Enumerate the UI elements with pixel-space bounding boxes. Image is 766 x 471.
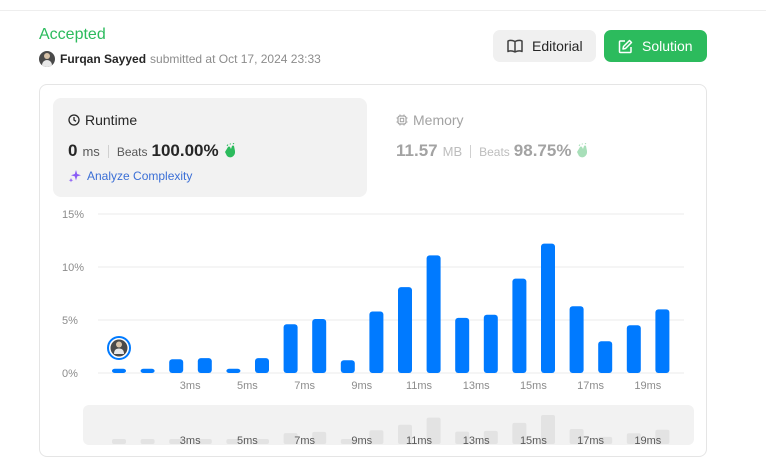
chart-navigator-ticks: 3ms 5ms 7ms 9ms 11ms 13ms 15ms 17ms 19ms [180,435,662,447]
navigator-tick-label: 11ms [406,435,433,447]
x-tick-label: 9ms [351,380,372,392]
chart-bar[interactable] [598,341,613,373]
chart-grid [98,213,684,374]
navigator-bar [140,439,155,444]
navigator-tick-label: 9ms [351,435,372,447]
chart-bar[interactable] [426,255,441,373]
chart-bar[interactable] [569,306,584,373]
x-tick-label: 13ms [463,380,490,392]
y-tick-label: 10% [62,262,84,274]
x-tick-label: 11ms [406,380,433,392]
navigator-tick-label: 19ms [634,435,661,447]
chart-bar[interactable] [226,368,241,373]
chart-bar[interactable] [541,243,555,373]
y-tick-label: 5% [62,315,78,327]
chart-bar[interactable] [140,368,155,373]
x-tick-label: 5ms [237,380,258,392]
navigator-tick-label: 3ms [180,435,201,447]
navigator-tick-label: 17ms [577,435,604,447]
navigator-tick-label: 5ms [237,435,258,447]
chart-bar[interactable] [626,325,641,373]
x-tick-label: 15ms [520,380,547,392]
x-tick-label: 19ms [634,380,661,392]
chart-bar[interactable] [483,314,498,373]
chart-bar[interactable] [112,368,126,373]
y-tick-label: 15% [62,209,84,221]
runtime-distribution-chart: 0% 5% 10% 15% 3ms 5ms 7ms 9ms 11ms 13ms 15ms 17ms 1… [62,209,694,447]
x-tick-label: 7ms [294,380,315,392]
x-tick-label: 17ms [577,380,604,392]
chart-bar[interactable] [340,360,355,373]
chart-bar[interactable] [655,309,670,373]
chart-bar[interactable] [283,324,298,373]
chart-y-axis: 0% 5% 10% 15% [62,209,84,380]
navigator-bar [112,439,126,444]
y-tick-label: 0% [62,368,78,380]
chart-bar[interactable] [312,318,327,373]
navigator-tick-label: 13ms [463,435,490,447]
chart-bar[interactable] [398,287,412,373]
chart-bar[interactable] [169,359,184,373]
chart-bar[interactable] [197,358,212,373]
chart-bar[interactable] [369,311,384,373]
chart-bar[interactable] [512,278,527,373]
x-tick-label: 3ms [180,380,201,392]
chart-bar[interactable] [455,317,470,373]
navigator-tick-label: 7ms [294,435,315,447]
chart-bar[interactable] [255,358,269,373]
chart-bars [112,243,670,373]
chart-x-axis: 3ms 5ms 7ms 9ms 11ms 13ms 15ms 17ms 19ms [180,380,662,392]
user-position-marker[interactable] [107,336,131,360]
navigator-tick-label: 15ms [520,435,547,447]
